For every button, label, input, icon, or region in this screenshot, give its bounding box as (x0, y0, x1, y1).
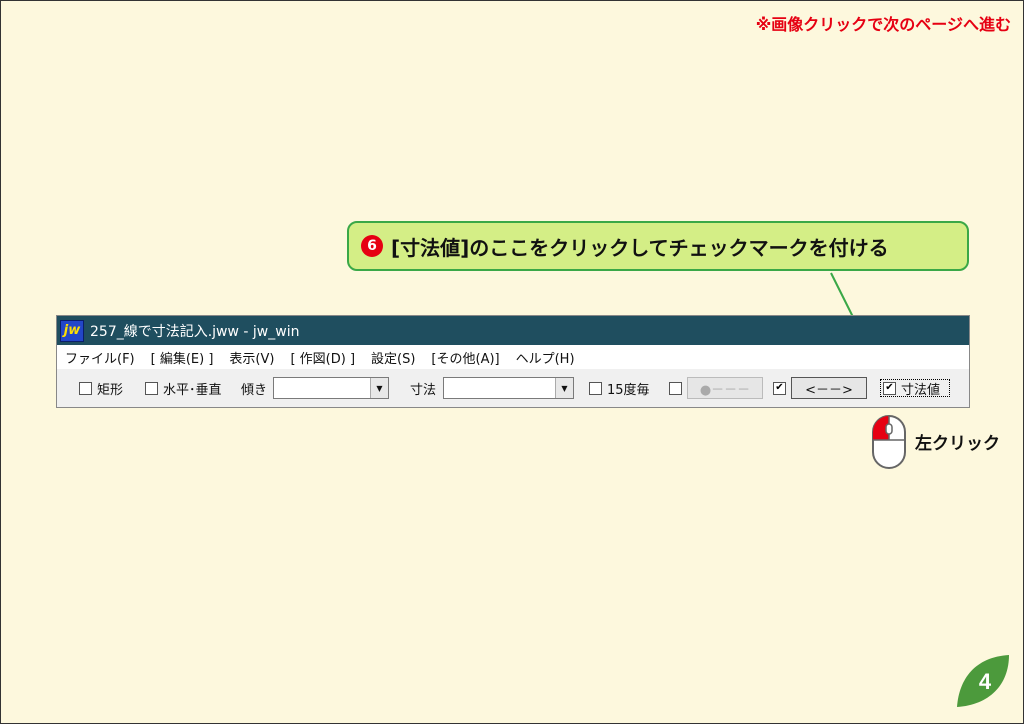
dimension-combobox[interactable]: ▼ (443, 377, 574, 399)
page-number-leaf-icon[interactable]: 4 (953, 651, 1013, 711)
menu-bar: ファイル(F) [ 編集(E) ] 表示(V) [ 作図(D) ] 設定(S) … (57, 345, 969, 369)
slope-dropdown-arrow-icon[interactable]: ▼ (370, 378, 388, 398)
arrow-button[interactable]: <－－> (791, 377, 867, 399)
menu-draw[interactable]: [ 作図(D) ] (282, 348, 363, 367)
instruction-text: [寸法値]のここをクリックしてチェックマークを付ける (391, 235, 889, 260)
instruction-callout: 6 [寸法値]のここをクリックしてチェックマークを付ける (347, 221, 969, 271)
left-click-mouse-icon (872, 415, 906, 469)
deg15-checkbox-box[interactable] (589, 381, 602, 395)
slope-combobox[interactable]: ▼ (273, 377, 389, 399)
menu-help[interactable]: ヘルプ(H) (508, 348, 583, 367)
dot-line-button[interactable]: ●－－－ (687, 377, 763, 399)
rect-label: 矩形 (97, 382, 124, 398)
step-number-badge: 6 (361, 235, 383, 257)
title-bar: jw 257_線で寸法記入.jww - jw_win (57, 316, 969, 345)
rect-checkbox-box[interactable] (79, 381, 92, 395)
arrow-checkbox-box[interactable]: ✔ (773, 381, 786, 395)
page: ※画像クリックで次のページへ進む 6 [寸法値]のここをクリックしてチェックマー… (0, 0, 1024, 724)
window-title: 257_線で寸法記入.jww - jw_win (90, 323, 300, 340)
dimension-dropdown-arrow-icon[interactable]: ▼ (555, 378, 573, 398)
page-number: 4 (979, 669, 992, 694)
menu-edit[interactable]: [ 編集(E) ] (143, 348, 222, 367)
rect-checkbox[interactable]: 矩形 (79, 378, 123, 398)
dimension-label: 寸法 (410, 382, 437, 398)
menu-view[interactable]: 表示(V) (221, 348, 282, 367)
dimension-value-label: 寸法値 (901, 382, 941, 398)
dot-line-checkbox[interactable] (669, 378, 687, 398)
app-logo-icon: jw (60, 319, 84, 342)
slope-label: 傾き (241, 382, 268, 398)
deg15-label: 15度毎 (607, 382, 650, 398)
line-toolbar: 矩形 水平･垂直 傾き ▼ 寸法 ▼ 15度毎 ●－－－ ✔ <－－> ✔ 寸法… (57, 369, 969, 407)
menu-other[interactable]: [その他(A)] (423, 348, 507, 367)
dimension-value-checkbox-box[interactable]: ✔ (883, 381, 896, 395)
deg15-checkbox[interactable]: 15度毎 (589, 378, 650, 398)
menu-settings[interactable]: 設定(S) (363, 348, 423, 367)
menu-file[interactable]: ファイル(F) (57, 348, 143, 367)
arrow-checkbox[interactable]: ✔ (773, 378, 791, 398)
horizontal-vertical-label: 水平･垂直 (163, 382, 222, 398)
jw-win-window: jw 257_線で寸法記入.jww - jw_win ファイル(F) [ 編集(… (56, 315, 970, 408)
dimension-value-checkbox[interactable]: ✔ 寸法値 (883, 378, 940, 398)
horizontal-vertical-checkbox[interactable]: 水平･垂直 (145, 378, 222, 398)
dot-line-checkbox-box[interactable] (669, 381, 682, 395)
horizontal-vertical-checkbox-box[interactable] (145, 381, 158, 395)
left-click-label: 左クリック (915, 434, 1000, 454)
